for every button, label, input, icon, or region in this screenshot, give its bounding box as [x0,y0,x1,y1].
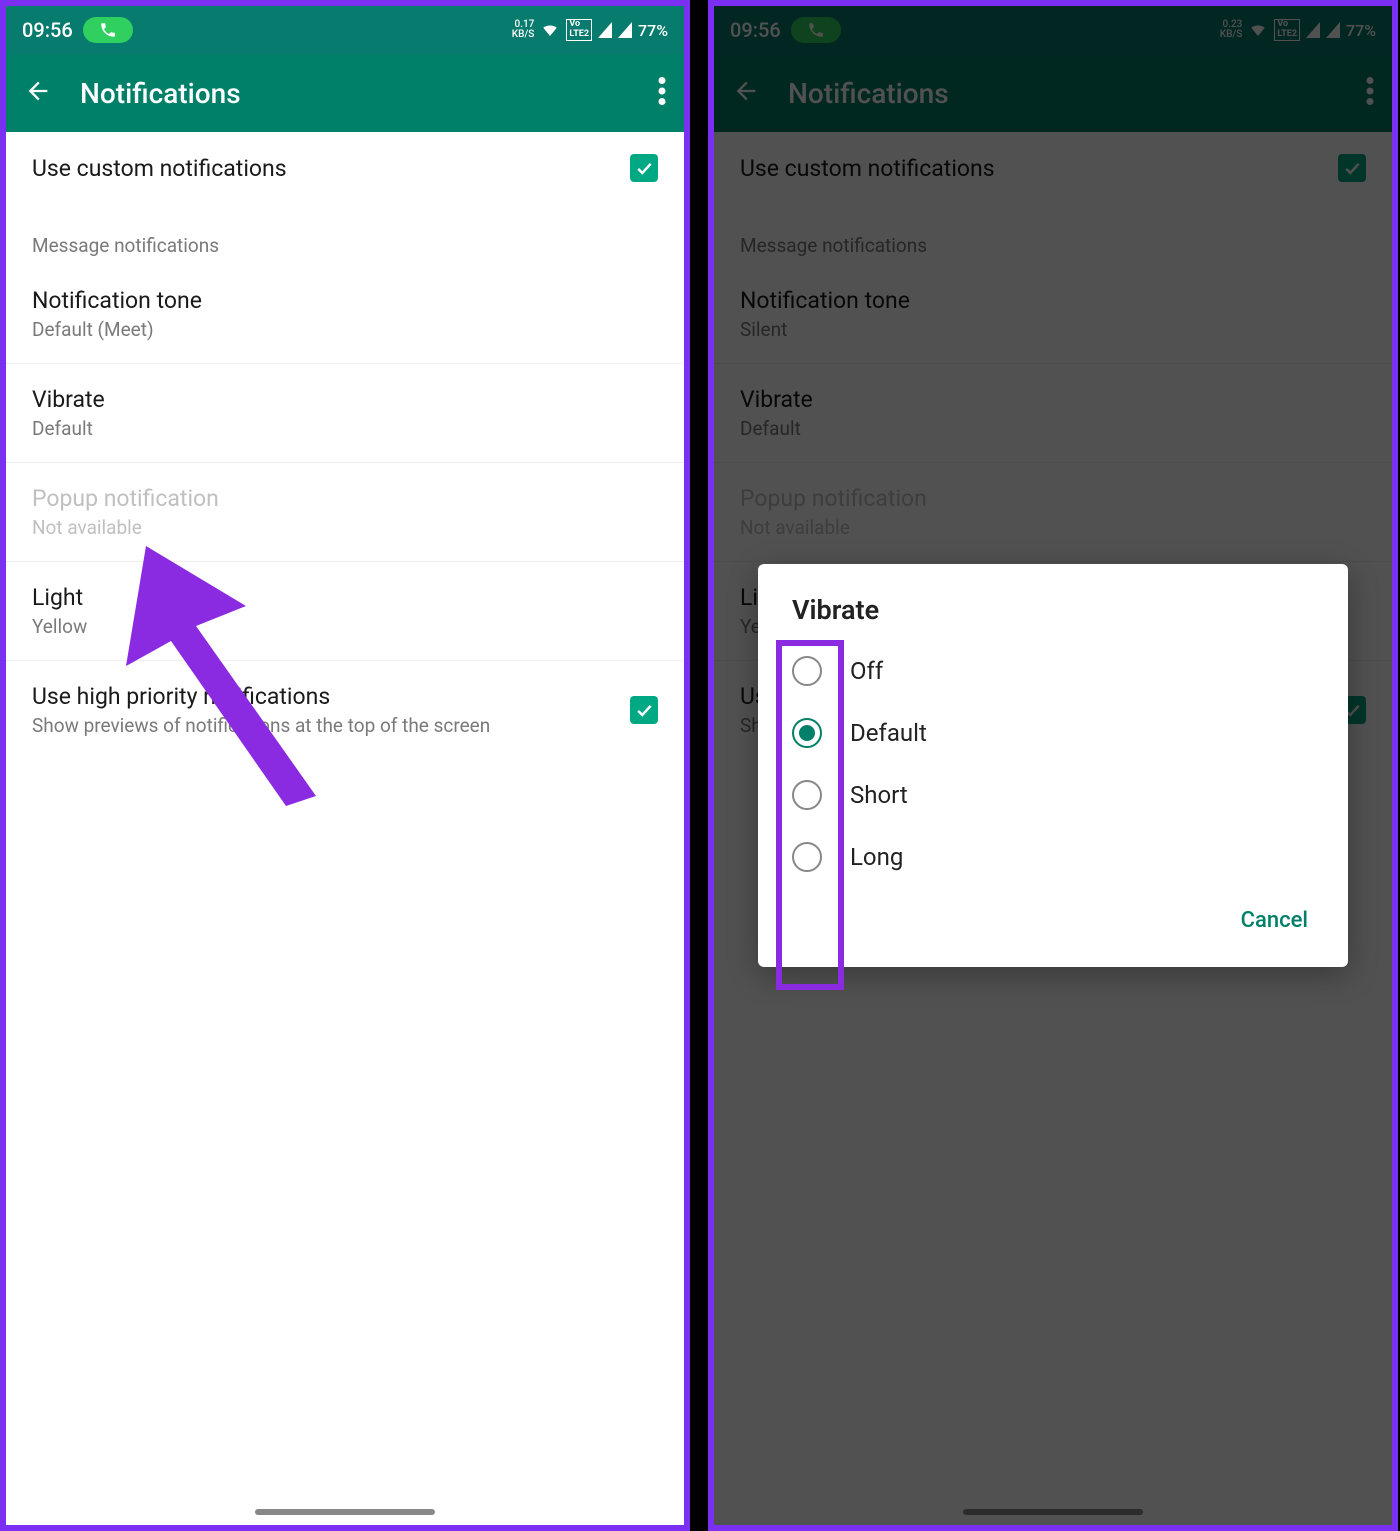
radio-off[interactable] [792,656,822,686]
signal-icon-2 [618,22,632,38]
hp-checkbox[interactable] [630,696,658,724]
nav-pill[interactable] [255,1509,435,1515]
cancel-button[interactable]: Cancel [1229,898,1320,943]
option-short[interactable]: Short [758,764,1348,826]
screenshot-left: 09:56 0.17KB/S VoLTE2 77% Notifications … [0,0,690,1531]
vibrate-dialog: Vibrate Off Default Short Long Cancel [758,564,1348,967]
dialog-title: Vibrate [758,594,1348,640]
section-header-messages: Message notifications [6,204,684,265]
option-default[interactable]: Default [758,702,1348,764]
option-label: Off [850,657,883,685]
hp-sub: Show previews of notifications at the to… [32,714,614,737]
row-custom-notifications[interactable]: Use custom notifications [6,132,684,204]
lte-badge: VoLTE2 [566,19,592,41]
back-icon[interactable] [24,77,52,109]
option-label: Default [850,719,927,747]
signal-icon-1 [598,22,612,38]
app-bar: Notifications [6,54,684,132]
ongoing-call-pill[interactable] [83,17,133,43]
row-popup: Popup notification Not available [6,463,684,562]
radio-short[interactable] [792,780,822,810]
option-label: Long [850,843,903,871]
custom-label: Use custom notifications [32,155,614,182]
wifi-icon [540,21,560,39]
vibrate-title: Vibrate [32,386,658,413]
status-time: 09:56 [22,18,73,42]
hp-title: Use high priority notifications [32,683,614,710]
modal-overlay[interactable]: Vibrate Off Default Short Long Cancel [714,6,1392,1525]
custom-checkbox[interactable] [630,154,658,182]
row-vibrate[interactable]: Vibrate Default [6,364,684,463]
light-value: Yellow [32,615,658,638]
tone-value: Default (Meet) [32,318,658,341]
popup-value: Not available [32,516,658,539]
option-off[interactable]: Off [758,640,1348,702]
row-light[interactable]: Light Yellow [6,562,684,661]
light-title: Light [32,584,658,611]
popup-title: Popup notification [32,485,658,512]
overflow-menu-icon[interactable] [658,77,666,109]
screenshot-right: 09:56 0.23KB/S VoLTE2 77% Notifications … [708,0,1398,1531]
radio-default[interactable] [792,718,822,748]
radio-long[interactable] [792,842,822,872]
battery-percent: 77% [638,21,668,40]
data-rate: 0.17KB/S [512,20,535,40]
vibrate-value: Default [32,417,658,440]
option-long[interactable]: Long [758,826,1348,888]
option-label: Short [850,781,908,809]
page-title: Notifications [80,77,630,110]
tone-title: Notification tone [32,287,658,314]
status-bar: 09:56 0.17KB/S VoLTE2 77% [6,6,684,54]
row-high-priority[interactable]: Use high priority notifications Show pre… [6,661,684,759]
row-notification-tone[interactable]: Notification tone Default (Meet) [6,265,684,364]
